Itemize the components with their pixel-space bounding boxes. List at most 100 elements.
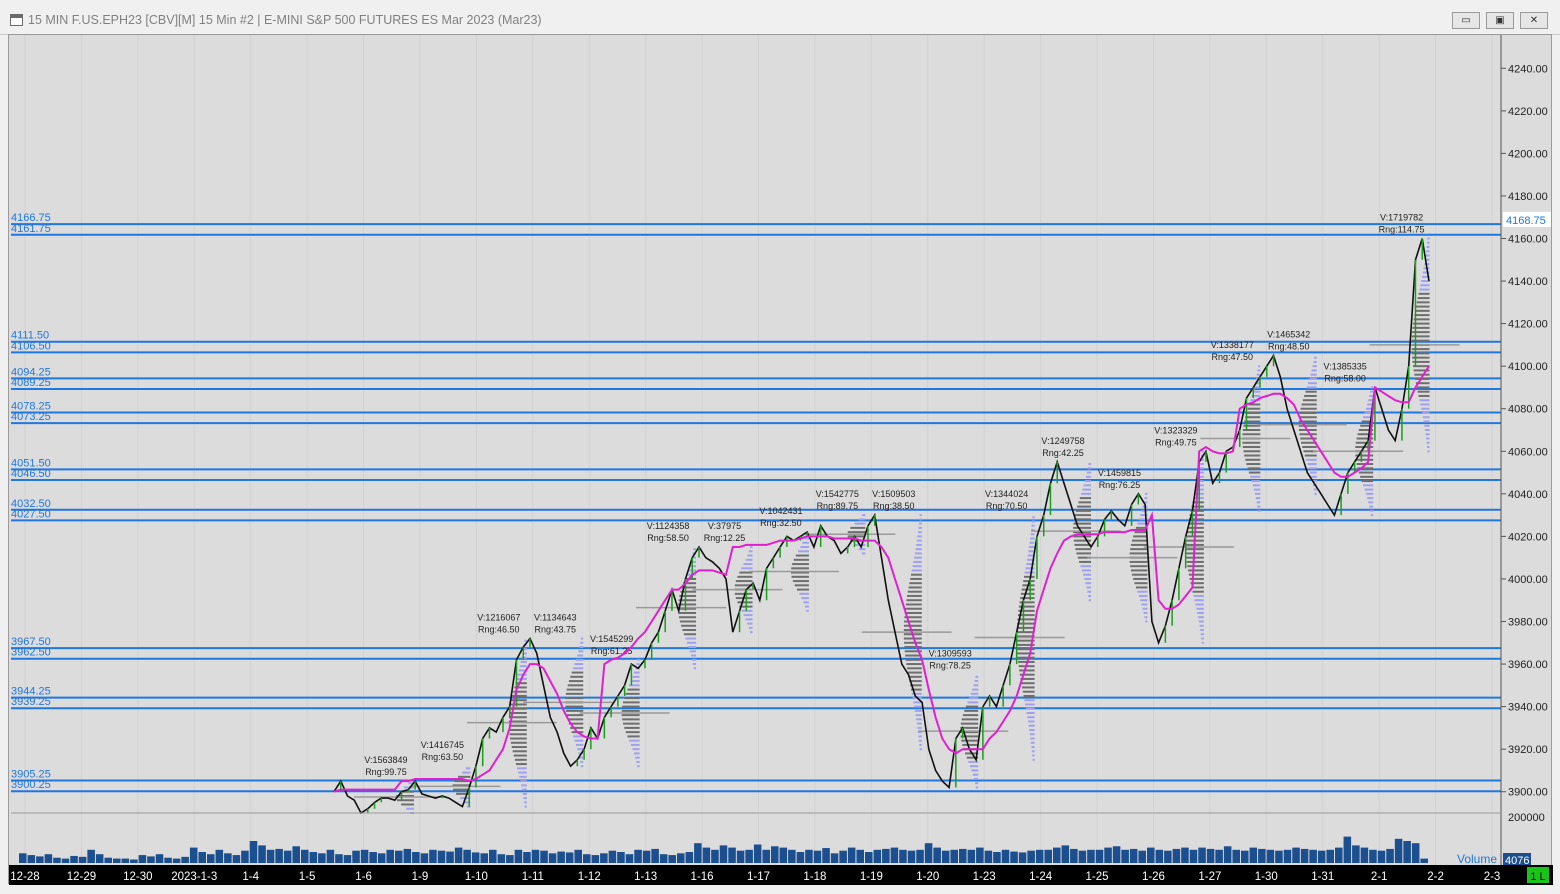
volume-bar (215, 849, 224, 863)
volume-bar (506, 855, 514, 863)
volume-bar (1360, 847, 1369, 863)
volume-bar (1027, 850, 1035, 863)
volume-profile-bar (622, 718, 640, 721)
profile-range-label: Rng:48.50 (1268, 342, 1310, 352)
volume-profile-bar (1424, 429, 1430, 431)
volume-bar (1300, 848, 1309, 863)
volume-profile-bar (571, 671, 584, 674)
date-label: 1-24 (1029, 871, 1053, 883)
volume-profile-bar (1082, 488, 1092, 491)
volume-profile-bar (1367, 497, 1374, 500)
volume-profile-bar (919, 518, 922, 521)
volume-profile-bar (690, 654, 697, 657)
volume-profile-bar (681, 624, 697, 627)
volume-bar (463, 849, 471, 863)
volume-bar (916, 849, 924, 863)
volume-profile-bar (1133, 577, 1148, 580)
volume-profile-bar (737, 575, 753, 578)
profile-range-label: Rng:32.50 (760, 518, 802, 528)
volume-profile-bar (1427, 446, 1430, 449)
y-tick-label: 4180.00 (1508, 191, 1548, 203)
volume-profile-bar (974, 782, 979, 785)
volume-profile-bar (974, 680, 979, 683)
volume-profile-bar (1029, 729, 1035, 732)
volume-profile-bar (523, 797, 527, 800)
price-chart[interactable]: 4166.754161.754111.504106.504094.254089.… (9, 35, 1553, 885)
volume-bar (574, 849, 582, 863)
volume-bar (1155, 849, 1164, 863)
volume-bar (1335, 847, 1343, 863)
volume-profile-bar (961, 718, 979, 721)
volume-profile-bar (633, 752, 640, 755)
volume-profile-bar (904, 646, 922, 649)
volume-profile-bar (1310, 373, 1317, 376)
volume-profile-bar (692, 658, 697, 661)
volume-bar (839, 850, 847, 863)
y-tick-label: 3900.00 (1508, 787, 1548, 799)
volume-profile-bar (1087, 467, 1092, 470)
volume-profile-bar (794, 584, 809, 587)
volume-profile-bar (1130, 548, 1148, 551)
volume-profile-bar (1426, 437, 1430, 440)
volume-profile-bar (1355, 458, 1374, 461)
volume-profile-bar (741, 567, 753, 570)
volume-profile-bar (692, 663, 697, 666)
volume-profile-bar (969, 765, 979, 768)
maximize-button[interactable]: ▣ (1486, 12, 1514, 29)
volume-bar (1223, 846, 1232, 863)
volume-profile-bar (1032, 754, 1035, 757)
volume-bar (130, 859, 138, 863)
level-label: 3962.50 (11, 647, 51, 659)
volume-bar (61, 858, 70, 863)
volume-profile-bar (1314, 492, 1317, 495)
volume-profile-bar (577, 654, 584, 657)
volume-bar (1121, 849, 1129, 863)
volume-profile-bar (1196, 607, 1204, 610)
volume-profile-bar (567, 718, 584, 721)
volume-profile-bar (465, 767, 471, 770)
volume-bar (1104, 847, 1112, 863)
volume-profile-bar (1250, 475, 1261, 478)
date-label: 1-16 (691, 871, 714, 883)
volume-bar (395, 850, 403, 863)
volume-profile-bar (630, 680, 640, 683)
volume-bar (856, 849, 864, 863)
volume-bar (343, 855, 352, 863)
volume-profile-bar (914, 552, 922, 555)
volume-profile-bar (1021, 682, 1035, 685)
volume-profile-bar (679, 620, 697, 623)
volume-bar (890, 847, 899, 863)
volume-bar (847, 847, 856, 863)
volume-bar (369, 852, 377, 863)
date-label: 1-19 (860, 871, 883, 883)
profile-range-label: Rng:78.25 (929, 661, 971, 671)
volume-profile-bar (791, 575, 809, 578)
volume-bar (813, 850, 822, 863)
volume-bar (557, 851, 565, 863)
volume-profile-bar (1421, 407, 1430, 410)
profile-volume-label: V:37975 (708, 521, 741, 531)
volume-profile-bar (1020, 592, 1035, 595)
volume-profile-bar (524, 639, 527, 642)
volume-profile-bar (513, 754, 527, 757)
y-tick-label: 4200.00 (1508, 148, 1548, 160)
volume-profile-bar (1140, 599, 1148, 602)
volume-profile-bar (1363, 484, 1374, 487)
volume-profile-bar (522, 792, 527, 795)
volume-profile-bar (678, 611, 697, 614)
chart-area[interactable]: 4166.75 4161.75 4111.50 4106.50 4094.25 4089.… (8, 34, 1553, 885)
minimize-button[interactable]: ▭ (1452, 12, 1480, 29)
volume-profile-bar (1029, 541, 1035, 544)
volume-profile-bar (861, 552, 866, 555)
volume-profile-bar (1427, 450, 1430, 453)
volume-profile-bar (627, 688, 640, 691)
volume-bar (335, 854, 343, 863)
volume-bar (181, 856, 189, 863)
y-tick-label: 4100.00 (1508, 361, 1548, 373)
volume-profile-bar (1422, 416, 1430, 419)
volume-bar (1129, 848, 1138, 863)
volume-profile-bar (735, 580, 753, 583)
close-button[interactable]: ✕ (1520, 12, 1548, 29)
volume-bar (1258, 848, 1266, 863)
volume-profile-bar (1364, 488, 1374, 491)
